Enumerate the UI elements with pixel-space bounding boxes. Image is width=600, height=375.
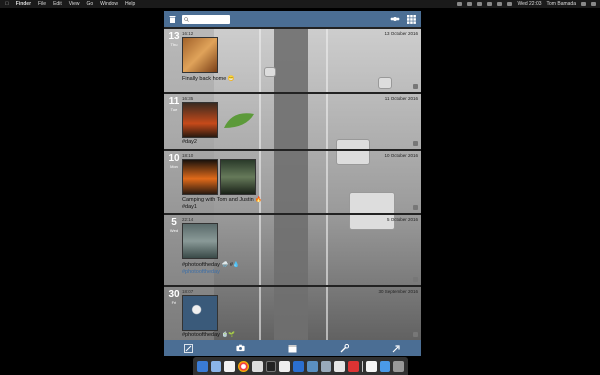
entry-photo[interactable] (182, 295, 218, 331)
menu-help[interactable]: Help (125, 0, 135, 8)
menu-go[interactable]: Go (86, 0, 93, 8)
journal-entry[interactable]: 10 Mon 18:10 10 October 2016 Camping wit… (164, 149, 421, 213)
entry-day: 10 Mon (168, 153, 180, 169)
entry-time: 16:12 (182, 31, 194, 36)
entry-photo[interactable] (182, 102, 218, 138)
app-icon[interactable] (348, 360, 359, 372)
entry-hashtag: #day1 (182, 204, 197, 210)
finder-icon[interactable] (196, 360, 208, 372)
downloads-folder-icon[interactable] (379, 360, 391, 372)
entry-hashtag[interactable]: #photooftheday (182, 269, 220, 275)
journal-entry[interactable]: 5 Wed 22:14 5 October 2016 #photooftheda… (164, 213, 421, 285)
calendar-icon (288, 344, 297, 352)
leaf-icon (224, 113, 254, 128)
entry-time: 18:07 (182, 289, 194, 294)
dock (193, 357, 408, 375)
camera-button[interactable] (236, 344, 245, 353)
trash-icon[interactable] (393, 360, 405, 372)
app-icon[interactable] (306, 360, 318, 372)
terminal-icon[interactable] (265, 360, 277, 372)
wrench-icon (340, 343, 349, 352)
entry-caption: #photooftheday 🍵🌱 (182, 332, 236, 338)
menu-user[interactable]: Tom Bamada (547, 0, 576, 8)
entry-time: 18:10 (182, 153, 194, 158)
pencil-icon (184, 343, 193, 353)
menu-edit[interactable]: Edit (53, 0, 62, 8)
app-icon[interactable] (293, 360, 304, 372)
entry-icon (413, 277, 418, 282)
entry-time: 22:14 (182, 217, 194, 222)
status-icon[interactable] (457, 2, 463, 6)
entry-icon (413, 332, 418, 337)
bottom-toolbar (164, 340, 421, 356)
textedit-icon[interactable] (279, 360, 291, 372)
entry-caption: #day2 (182, 139, 197, 145)
menu-view[interactable]: View (69, 0, 80, 8)
camera-icon (236, 344, 245, 352)
journal-feed[interactable]: 13 Thu 16:12 13 October 2016 Finally bac… (164, 27, 421, 340)
chrome-icon[interactable] (238, 360, 249, 372)
app-icon[interactable] (334, 360, 346, 372)
entry-icon (413, 205, 418, 210)
trash-icon[interactable] (169, 15, 176, 23)
sync-icon[interactable] (390, 16, 400, 22)
entry-photo[interactable] (182, 37, 218, 73)
flag-icon[interactable] (507, 2, 513, 6)
dock-divider (361, 360, 363, 372)
menu-window[interactable]: Window (100, 0, 118, 8)
battery-icon[interactable] (497, 2, 503, 6)
entry-date: 30 September 2016 (378, 289, 418, 294)
grid-view-icon[interactable] (407, 14, 416, 24)
new-entry-button[interactable] (184, 343, 193, 353)
search-input[interactable] (182, 14, 230, 24)
entry-photo[interactable] (182, 223, 218, 259)
entry-day: 13 Thu (168, 31, 180, 47)
wifi-icon[interactable] (477, 2, 483, 6)
entry-date: 5 October 2016 (386, 217, 418, 222)
document-icon[interactable] (365, 360, 377, 372)
entry-day: 11 Tue (168, 96, 180, 112)
entry-date: 13 October 2016 (384, 31, 418, 36)
preview-icon[interactable] (320, 360, 332, 372)
journal-entry[interactable]: 13 Thu 16:12 13 October 2016 Finally bac… (164, 27, 421, 92)
journal-app-window: 13 Thu 16:12 13 October 2016 Finally bac… (164, 11, 421, 356)
volume-icon[interactable] (487, 2, 493, 6)
entry-caption: #photooftheday 🌧️ #💧 (182, 262, 240, 268)
calendar-button[interactable] (288, 344, 297, 353)
notes-icon[interactable] (224, 360, 236, 372)
entry-day: 5 Wed (169, 217, 179, 233)
journal-entry[interactable]: 11 Tue 16:35 11 October 2016 #day2 (164, 92, 421, 149)
notifications-icon[interactable] (591, 2, 596, 6)
entry-caption: Finally back home 😁 (182, 76, 235, 82)
entry-photo[interactable] (220, 159, 256, 195)
status-icon[interactable] (467, 2, 473, 6)
search-icon[interactable] (581, 2, 586, 6)
menu-app-name[interactable]: Finder (16, 0, 31, 8)
entry-caption: Camping with Tom and Justin 🔥 (182, 197, 263, 203)
entry-date: 11 October 2016 (384, 96, 418, 101)
search-icon (184, 16, 189, 22)
app-icon[interactable] (251, 360, 263, 372)
settings-button[interactable] (340, 343, 349, 353)
entry-date: 10 October 2016 (384, 153, 418, 158)
entry-icon (413, 141, 418, 146)
top-toolbar (164, 11, 421, 27)
menu-clock[interactable]: Wed 22:03 (517, 0, 541, 8)
apple-icon[interactable]:  (5, 0, 9, 8)
launchpad-icon[interactable] (210, 360, 222, 372)
share-button[interactable] (392, 344, 401, 353)
menu-file[interactable]: File (38, 0, 46, 8)
entry-photo[interactable] (182, 159, 218, 195)
share-icon (392, 344, 400, 352)
entry-icon (413, 84, 418, 89)
entry-day: 30 Fri (168, 289, 180, 305)
entry-time: 16:35 (182, 96, 194, 101)
menu-bar:  Finder File Edit View Go Window Help W… (0, 0, 600, 8)
journal-entry[interactable]: 30 Fri 18:07 30 September 2016 #photooft… (164, 285, 421, 340)
